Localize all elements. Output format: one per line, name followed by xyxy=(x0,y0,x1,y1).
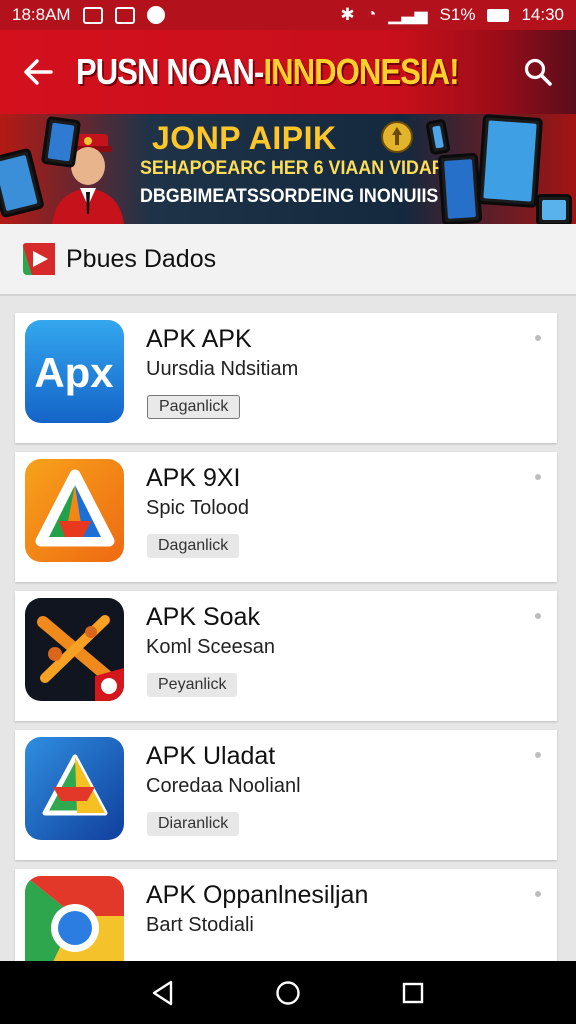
section-title: Pbues Dados xyxy=(66,244,217,273)
banner-line-2: SEHAPOEARC HER 6 VIAAN VIDARIKA xyxy=(140,158,476,179)
download-button[interactable]: Peyanlick xyxy=(147,673,238,697)
download-button[interactable]: Diaranlick xyxy=(147,812,240,836)
apx-icon: Apx xyxy=(25,320,124,423)
bluetooth-icon: ✱ xyxy=(340,5,355,24)
search-button[interactable] xyxy=(500,30,576,114)
crossed-swords-icon xyxy=(25,598,124,701)
home-circle-icon xyxy=(276,980,300,1005)
list-item[interactable]: Apx APK APK Uursdia Ndsitiam Paganlick xyxy=(15,313,557,443)
emblem-icon xyxy=(381,121,413,153)
more-options-icon[interactable] xyxy=(535,474,541,480)
list-item[interactable]: APK Oppanlnesiljan Bart Stodiali xyxy=(15,869,557,979)
phone-illustration xyxy=(425,118,451,156)
list-item[interactable]: APK 9XI Spic Tolood Daganlick xyxy=(15,452,557,582)
app-name: APK 9XI xyxy=(146,464,241,492)
phone-illustration xyxy=(0,147,45,219)
list-item[interactable]: APK Uladat Coredaa Noolianl Diaranlick xyxy=(15,730,557,860)
more-options-icon[interactable] xyxy=(535,335,541,341)
search-icon xyxy=(524,58,552,86)
app-subtitle: Bart Stodiali xyxy=(146,914,254,936)
phone-illustration xyxy=(437,152,483,224)
app-name: APK APK xyxy=(146,325,252,353)
nav-home-button[interactable] xyxy=(268,973,308,1013)
battery-percent: S1% xyxy=(439,5,476,24)
app-bar: PUSN NOAN-INNDONESIA! xyxy=(0,30,576,114)
image-notification-icon xyxy=(82,6,103,24)
status-time: 18:8AM xyxy=(12,5,71,24)
app-subtitle: Koml Sceesan xyxy=(146,636,275,658)
signal-icon: ▁▃▅ xyxy=(388,5,428,24)
app-name: APK Uladat xyxy=(146,742,276,770)
promo-banner[interactable]: JONP AIPIK SEHAPOEARC HER 6 VIAAN VIDARI… xyxy=(0,114,576,224)
nav-recents-button[interactable] xyxy=(393,973,433,1013)
battery-icon xyxy=(487,8,510,22)
app-subtitle: Uursdia Ndsitiam xyxy=(146,358,299,380)
mail-notification-icon xyxy=(114,6,135,24)
phone-illustration xyxy=(536,194,572,224)
download-button[interactable]: Paganlick xyxy=(147,395,241,419)
recents-square-icon xyxy=(403,982,424,1003)
back-triangle-icon xyxy=(152,980,172,1005)
more-options-icon[interactable] xyxy=(535,891,541,897)
status-clock: 14:30 xyxy=(521,5,564,24)
heart-notification-icon xyxy=(146,6,165,24)
status-bar: 18:8AM ✱ ◔ ▁▃▅ S1% 14:30 xyxy=(0,0,576,30)
back-button[interactable] xyxy=(0,30,76,114)
triangle-logo-icon xyxy=(25,459,124,562)
play-store-icon xyxy=(23,243,55,275)
phone-illustration xyxy=(476,114,544,208)
app-subtitle: Spic Tolood xyxy=(146,497,250,519)
more-options-icon[interactable] xyxy=(535,752,541,758)
title-main: PUSN NOAN- xyxy=(76,51,264,92)
title-highlight: INNDONESIA! xyxy=(263,51,459,92)
app-name: APK Oppanlnesiljan xyxy=(146,881,369,909)
banner-line-3: DBGBIMEATSSORDEING INONUIIS xyxy=(140,186,439,207)
status-left: 18:8AM xyxy=(12,5,165,25)
page-title: PUSN NOAN-INNDONESIA! xyxy=(76,51,506,93)
app-subtitle: Coredaa Noolianl xyxy=(146,775,301,797)
wifi-icon: ◔ xyxy=(366,6,377,23)
back-arrow-icon xyxy=(24,59,53,85)
system-nav-bar xyxy=(0,961,576,1024)
section-header: Pbues Dados xyxy=(0,224,576,296)
nav-back-button[interactable] xyxy=(143,973,183,1013)
banner-headline: JONP AIPIK xyxy=(152,120,337,156)
svg-text:Apx: Apx xyxy=(34,349,114,396)
status-right: ✱ ◔ ▁▃▅ S1% 14:30 xyxy=(340,5,564,25)
app-name: APK Soak xyxy=(146,603,260,631)
phone-illustration xyxy=(40,115,82,169)
download-button[interactable]: Daganlick xyxy=(147,534,240,558)
map-triangle-icon xyxy=(25,737,124,840)
list-item[interactable]: APK Soak Koml Sceesan Peyanlick xyxy=(15,591,557,721)
more-options-icon[interactable] xyxy=(535,613,541,619)
